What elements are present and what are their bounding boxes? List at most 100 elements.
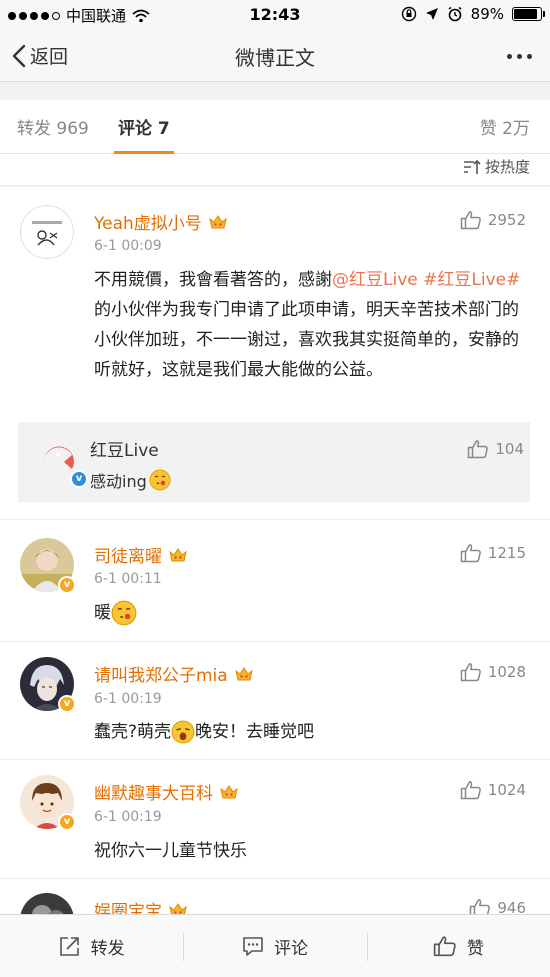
location-icon [425, 8, 438, 20]
comment-username[interactable]: 幽默趣事大百科 [94, 779, 239, 804]
status-right: 89% [401, 5, 545, 23]
comment-username[interactable]: Yeah虚拟小号 [94, 209, 228, 234]
comment-text-part: 晚安！去睡觉吧 [195, 722, 315, 742]
comment-text-part: 不用競價，我會看著答的，感謝 [94, 270, 332, 290]
tab-bar: 转发 969 评论 7 赞 2万 [0, 100, 550, 154]
member-crown-icon [169, 902, 187, 914]
avatar[interactable] [20, 205, 74, 259]
comment-item: Yeah虚拟小号 6-1 00:09 2952 不用競價，我會看著答的，感謝@红… [0, 187, 550, 520]
like-button[interactable]: 1024 [460, 780, 526, 800]
like-count: 2952 [487, 211, 526, 229]
verified-badge-icon: v [58, 813, 76, 831]
comment-list: Yeah虚拟小号 6-1 00:09 2952 不用競價，我會看著答的，感謝@红… [0, 187, 550, 914]
tab-comment[interactable]: 评论 7 [118, 114, 170, 139]
like-button[interactable]: 946 [469, 898, 526, 914]
member-crown-icon [234, 666, 253, 680]
like-count: 1028 [487, 663, 526, 681]
comment-text-part: 蠢壳?萌壳 [94, 722, 172, 742]
username-text: 司徒离曜 [94, 547, 162, 567]
yawn-emoji-icon [171, 720, 195, 744]
like-button[interactable]: 2952 [460, 210, 526, 230]
comment-time: 6-1 00:11 [94, 571, 162, 587]
comment-username[interactable]: 司徒离曜 [94, 542, 188, 567]
verified-badge-icon: v [58, 576, 76, 594]
nav-bar: 返回 微博正文 [0, 30, 550, 82]
username-text: Yeah虚拟小号 [94, 214, 202, 234]
comment-button[interactable]: 评论 [183, 915, 366, 977]
comment-time: 6-1 00:19 [94, 809, 162, 825]
kiss-emoji-icon [149, 469, 171, 491]
comment-username[interactable]: 娱圈宝宝 [94, 897, 188, 914]
avatar-image [20, 205, 74, 259]
like-label: 赞 [466, 938, 484, 959]
sort-button[interactable]: 按热度 [463, 156, 530, 177]
like-count: 1024 [487, 781, 526, 799]
reply-text-content: 感动ing [90, 472, 147, 491]
member-crown-icon [208, 214, 227, 228]
comment-username[interactable]: 请叫我郑公子mia [94, 661, 254, 686]
more-button[interactable] [507, 54, 532, 59]
comment-item: v 司徒离曜 6-1 00:11 1215 暖 [0, 520, 550, 642]
rotation-lock-icon [401, 6, 416, 22]
thumbs-up-icon [460, 781, 481, 800]
like-count: 104 [495, 440, 524, 458]
reply-like-button[interactable]: 104 [467, 439, 524, 459]
avatar[interactable] [20, 893, 74, 914]
repost-label: 转发 [90, 938, 125, 959]
comment-item: v 请叫我郑公子mia 6-1 00:19 1028 蠢壳?萌壳 晚安！去睡觉吧 [0, 642, 550, 760]
repost-button[interactable]: 转发 [0, 915, 183, 977]
member-crown-icon [169, 547, 187, 561]
mention-link[interactable]: @红豆Live [332, 270, 418, 290]
username-text: 娱圈宝宝 [94, 902, 162, 914]
repost-icon [59, 937, 79, 956]
avatar[interactable]: v [20, 657, 76, 713]
kiss-emoji-icon [111, 600, 137, 626]
topic-link[interactable]: #红豆Live# [423, 270, 520, 290]
avatar-image [20, 893, 74, 914]
thumbs-up-icon [460, 211, 481, 230]
reply-text: 感动ing [90, 468, 171, 492]
comment-item: v 幽默趣事大百科 6-1 00:19 1024 祝你六一儿童节快乐 [0, 760, 550, 879]
sort-label: 按热度 [484, 158, 530, 176]
comment-time: 6-1 00:09 [94, 238, 162, 254]
comment-text: 祝你六一儿童节快乐 [94, 841, 247, 861]
alarm-icon [448, 6, 462, 22]
page-title: 微博正文 [235, 46, 315, 70]
comment-text-part: 的小伙伴为我专门申请了此项申请，明天辛苦技术部门的小伙伴加班，不一一谢过，喜欢我… [94, 300, 519, 380]
username-text: 请叫我郑公子mia [94, 666, 228, 686]
sort-row: 按热度 [0, 154, 550, 186]
thumbs-up-icon [470, 899, 491, 914]
thumbs-up-icon [468, 440, 489, 459]
reply-username[interactable]: 红豆Live [90, 436, 159, 461]
like-button[interactable]: 1215 [460, 543, 526, 563]
reply-avatar[interactable]: v [36, 436, 88, 488]
thumbs-up-icon [460, 544, 481, 563]
avatar[interactable]: v [20, 775, 76, 831]
comment-icon [243, 937, 263, 956]
thumbs-up-icon [433, 936, 456, 957]
status-bar: 中国联通 12:43 89% [0, 0, 550, 30]
battery-fill [514, 9, 538, 19]
comment-text: 暖 [94, 598, 526, 628]
member-crown-icon [220, 784, 238, 798]
thumbs-up-icon [460, 663, 481, 682]
reply-box[interactable]: v 红豆Live 感动ing 104 [18, 422, 530, 502]
comment-text-content: 暖 [94, 603, 111, 623]
sort-icon [463, 159, 481, 174]
verified-badge-icon: v [58, 695, 76, 713]
comment-text: 不用競價，我會看著答的，感謝@红豆Live #红豆Live# 的小伙伴为我专门申… [94, 265, 526, 385]
like-count: 1215 [487, 544, 526, 562]
more-dot [527, 54, 532, 59]
like-post-button[interactable]: 赞 [366, 915, 550, 977]
more-dot [517, 54, 522, 59]
comment-label: 评论 [273, 938, 308, 959]
battery-percent: 89% [470, 5, 504, 23]
like-button[interactable]: 1028 [460, 662, 526, 682]
tab-repost[interactable]: 转发 969 [17, 114, 89, 139]
username-text: 幽默趣事大百科 [94, 784, 213, 804]
avatar[interactable]: v [20, 538, 76, 594]
battery-icon [512, 7, 545, 21]
bottom-action-bar: 转发 评论 赞 [0, 914, 550, 977]
comment-item: 娱圈宝宝 946 [0, 879, 550, 914]
tab-like[interactable]: 赞 2万 [480, 114, 530, 139]
